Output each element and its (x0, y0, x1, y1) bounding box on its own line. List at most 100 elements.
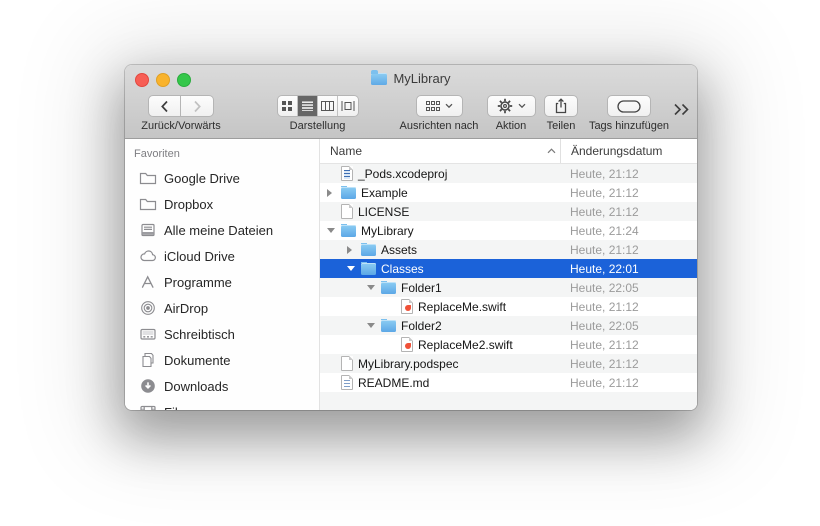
tag-icon (617, 99, 641, 113)
window-content: Favoriten Google Drive Dropbox Alle mein… (125, 139, 697, 410)
text-document-icon (341, 375, 353, 390)
sidebar-item-downloads[interactable]: Downloads (125, 373, 319, 399)
table-row[interactable]: LICENSE Heute, 21:12 (320, 202, 697, 221)
action-group: Aktion (485, 95, 537, 132)
column-view-button[interactable] (317, 96, 338, 116)
share-group: Teilen (541, 95, 581, 132)
action-label: Aktion (495, 120, 527, 132)
list-view-icon (301, 101, 313, 111)
list-view-button[interactable] (297, 96, 318, 116)
chevron-down-icon (445, 103, 452, 109)
table-row[interactable]: Assets Heute, 21:12 (320, 240, 697, 259)
documents-icon (142, 352, 154, 368)
list-header: Name Änderungsdatum (320, 139, 697, 164)
table-row[interactable]: Folder2 Heute, 22:05 (320, 316, 697, 335)
sidebar-item-all-my-files[interactable]: Alle meine Dateien (125, 217, 319, 243)
disclosure-triangle-icon[interactable] (367, 283, 381, 293)
sort-ascending-icon (547, 148, 556, 154)
table-row-selected[interactable]: Classes Heute, 22:01 (320, 259, 697, 278)
folder-icon (341, 223, 356, 237)
arrange-group: Ausrichten nach (381, 95, 497, 132)
all-files-icon (141, 223, 155, 237)
sidebar-item-airdrop[interactable]: AirDrop (125, 295, 319, 321)
folder-icon (361, 242, 376, 256)
grid-view-icon (282, 101, 292, 111)
column-header-modified-date[interactable]: Änderungsdatum (560, 139, 697, 163)
back-forward-label: Zurück/Vorwärts (141, 120, 221, 132)
desktop-background: MyLibrary Zurück/Vorwärts Darstellung Au… (0, 0, 820, 526)
table-row[interactable]: ReplaceMe2.swift Heute, 21:12 (320, 335, 697, 354)
coverflow-view-button[interactable] (337, 96, 358, 116)
list-rows: _Pods.xcodeproj Heute, 21:12 Example Heu… (320, 164, 697, 410)
disclosure-triangle-icon[interactable] (327, 188, 341, 198)
arrange-label: Ausrichten nach (399, 120, 479, 132)
folder-icon (139, 198, 157, 211)
sidebar-item-google-drive[interactable]: Google Drive (125, 165, 319, 191)
share-icon (555, 98, 567, 114)
column-header-name[interactable]: Name (320, 144, 560, 158)
finder-window: MyLibrary Zurück/Vorwärts Darstellung Au… (125, 65, 697, 410)
forward-button[interactable] (181, 95, 214, 117)
folder-icon (371, 69, 388, 85)
titlebar[interactable]: MyLibrary (125, 65, 697, 92)
table-row[interactable]: MyLibrary Heute, 21:24 (320, 221, 697, 240)
view-switcher-group: Darstellung (270, 95, 365, 132)
table-row[interactable]: Example Heute, 21:12 (320, 183, 697, 202)
folder-icon (381, 280, 396, 294)
action-button[interactable] (486, 95, 536, 117)
arrange-button[interactable] (415, 95, 463, 117)
disclosure-triangle-icon[interactable] (347, 264, 361, 274)
disclosure-triangle-icon[interactable] (327, 226, 341, 236)
table-row[interactable]: MyLibrary.podspec Heute, 21:12 (320, 354, 697, 373)
icon-view-button[interactable] (277, 96, 298, 116)
arrange-grid-icon (425, 100, 440, 111)
coverflow-view-icon (341, 101, 354, 111)
toolbar: Zurück/Vorwärts Darstellung Ausrichten n… (125, 92, 697, 138)
swift-file-icon (401, 337, 413, 352)
sidebar-item-desktop[interactable]: Schreibtisch (125, 321, 319, 347)
window-title-area: MyLibrary (125, 65, 697, 92)
movies-icon (140, 405, 156, 410)
table-row[interactable]: ReplaceMe.swift Heute, 21:12 (320, 297, 697, 316)
table-row[interactable]: _Pods.xcodeproj Heute, 21:12 (320, 164, 697, 183)
xcodeproj-file-icon (341, 166, 353, 181)
table-row[interactable]: README.md Heute, 21:12 (320, 373, 697, 392)
swift-file-icon (401, 299, 413, 314)
folder-icon (361, 261, 376, 275)
tags-group: Tags hinzufügen (581, 95, 677, 132)
empty-row-stripe (320, 392, 697, 410)
folder-icon (341, 185, 356, 199)
back-button[interactable] (148, 95, 181, 117)
sidebar-item-icloud-drive[interactable]: iCloud Drive (125, 243, 319, 269)
applications-icon (141, 275, 154, 288)
table-row[interactable]: Folder1 Heute, 22:05 (320, 278, 697, 297)
file-list: Name Änderungsdatum _Pods.xcodeproj Heut… (320, 139, 697, 410)
window-chrome: MyLibrary Zurück/Vorwärts Darstellung Au… (125, 65, 697, 139)
chevron-right-icon (193, 100, 201, 112)
sidebar: Favoriten Google Drive Dropbox Alle mein… (125, 139, 320, 410)
sidebar-item-documents[interactable]: Dokumente (125, 347, 319, 373)
cloud-icon (140, 250, 156, 262)
document-icon (341, 204, 353, 219)
document-icon (341, 356, 353, 371)
downloads-icon (141, 379, 155, 393)
share-button[interactable] (544, 95, 578, 117)
folder-icon (139, 172, 157, 185)
toolbar-overflow-button[interactable] (673, 103, 690, 116)
double-chevron-right-icon (674, 103, 689, 116)
tags-label: Tags hinzufügen (588, 120, 670, 132)
share-label: Teilen (546, 120, 576, 132)
sidebar-item-movies[interactable]: Filme (125, 399, 319, 410)
sidebar-item-applications[interactable]: Programme (125, 269, 319, 295)
back-forward-group: Zurück/Vorwärts (135, 95, 227, 132)
window-title: MyLibrary (393, 71, 451, 86)
desktop-icon (140, 328, 156, 340)
gear-icon (497, 98, 512, 114)
sidebar-section-title: Favoriten (134, 148, 180, 160)
sidebar-item-dropbox[interactable]: Dropbox (125, 191, 319, 217)
chevron-left-icon (161, 100, 168, 112)
add-tags-button[interactable] (607, 95, 651, 117)
disclosure-triangle-icon[interactable] (367, 321, 381, 331)
airdrop-icon (141, 301, 155, 315)
disclosure-triangle-icon[interactable] (347, 245, 361, 255)
